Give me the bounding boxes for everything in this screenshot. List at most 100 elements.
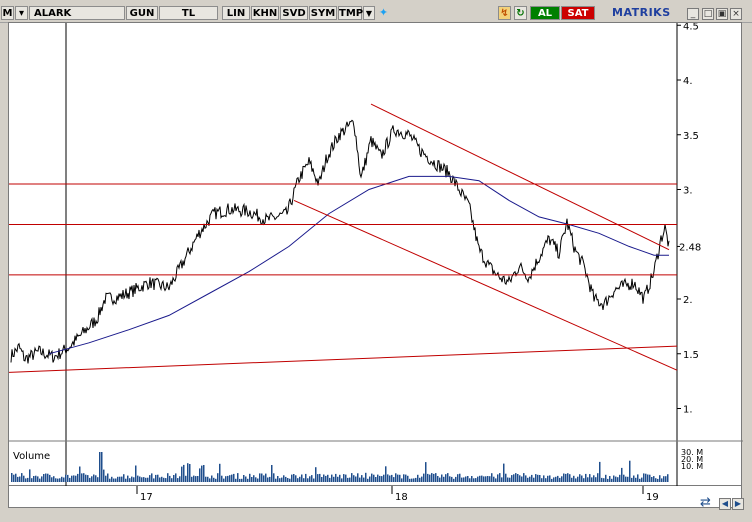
volume-bar	[613, 475, 615, 482]
scroll-left-button[interactable]: ◀	[719, 498, 731, 510]
volume-bar	[381, 476, 383, 482]
volume-bar	[193, 475, 195, 482]
volume-bar	[249, 473, 251, 482]
y-tick-label: 3.5	[683, 131, 699, 142]
volume-bar	[617, 477, 619, 482]
volume-bar	[273, 473, 275, 482]
restore-button[interactable]: ▣	[716, 8, 728, 20]
volume-bar	[451, 476, 453, 482]
volume-bar	[553, 477, 555, 482]
volume-bar	[653, 476, 655, 482]
twitter-icon[interactable]: ✦	[377, 6, 390, 20]
template-button[interactable]: TMP	[338, 6, 363, 20]
volume-bar	[399, 474, 401, 482]
volume-bar	[479, 475, 481, 482]
volume-bar	[459, 473, 461, 482]
linear-scale-button[interactable]: LIN	[222, 6, 250, 20]
volume-bar	[405, 474, 407, 482]
close-button[interactable]: ×	[730, 8, 742, 20]
volume-bar	[389, 475, 391, 482]
price-chart[interactable]: 4.54.3.53.2.1.51.2.48Volume 30. M20. M10.…	[8, 21, 743, 487]
volume-bar	[101, 452, 103, 482]
volume-bar	[485, 476, 487, 482]
minimize-button[interactable]: _	[687, 8, 699, 20]
lightning-icon[interactable]: ↯	[498, 6, 511, 20]
buy-button[interactable]: AL	[530, 6, 560, 20]
volume-bar	[527, 477, 529, 482]
volume-bar	[455, 476, 457, 482]
volume-bar	[171, 478, 173, 482]
volume-bar	[537, 474, 539, 482]
volume-bar	[649, 474, 651, 482]
symbol-dropdown-button[interactable]: ▾	[15, 6, 28, 20]
refresh-icon[interactable]: ↻	[514, 6, 527, 20]
volume-bar	[659, 475, 661, 482]
volume-bar	[393, 477, 395, 482]
volume-bar	[63, 477, 65, 482]
volume-bar	[81, 473, 83, 482]
volume-bar	[663, 476, 665, 482]
volume-bar	[515, 473, 517, 482]
volume-bar	[361, 475, 363, 482]
menu-m-button[interactable]: M	[1, 6, 14, 20]
volume-bar	[657, 478, 659, 482]
y-tick-label: 1.	[683, 405, 693, 416]
volume-bar	[665, 476, 667, 482]
volume-bar	[421, 476, 423, 482]
volume-bar	[161, 476, 163, 482]
volume-bar	[259, 473, 261, 482]
volume-bar	[423, 473, 425, 482]
volume-bar	[287, 478, 289, 482]
khn-button[interactable]: KHN	[251, 6, 279, 20]
volume-bar	[371, 473, 373, 482]
volume-bar	[191, 476, 193, 482]
volume-bar	[225, 476, 227, 482]
sync-icon[interactable]: ⇄	[700, 496, 714, 510]
volume-bar	[149, 475, 151, 482]
volume-bar	[343, 474, 345, 482]
volume-tick-label: 10. M	[681, 462, 703, 471]
volume-bar	[365, 472, 367, 482]
volume-bar	[529, 476, 531, 482]
volume-bar	[21, 473, 23, 482]
volume-bar	[313, 478, 315, 482]
period-button[interactable]: GUN	[126, 6, 158, 20]
volume-bar	[311, 475, 313, 482]
template-dropdown-button[interactable]: ▼	[363, 6, 375, 20]
volume-bar	[481, 475, 483, 482]
volume-bar	[413, 478, 415, 482]
chart-panel[interactable]: 4.5 4. 3.5 3. 2. 1.5 1. 2.48 Volume 30. M 20. M 10.…	[8, 21, 743, 487]
scroll-right-button[interactable]: ▶	[732, 498, 744, 510]
volume-bar	[607, 478, 609, 482]
volume-bar	[539, 475, 541, 482]
volume-bar	[611, 478, 613, 482]
volume-bar	[513, 474, 515, 482]
volume-bar	[367, 478, 369, 482]
maximize-button[interactable]: □	[702, 8, 714, 20]
volume-bar	[113, 478, 115, 482]
volume-bar	[385, 466, 387, 482]
volume-bar	[605, 474, 607, 482]
volume-bar	[567, 473, 569, 482]
volume-bar	[439, 477, 441, 482]
volume-bar	[471, 476, 473, 482]
volume-bar	[49, 474, 51, 482]
volume-bar	[475, 478, 477, 482]
svd-button[interactable]: SVD	[280, 6, 308, 20]
volume-bar	[289, 478, 291, 482]
symbol-field[interactable]: ALARK	[29, 6, 125, 20]
volume-bar	[89, 477, 91, 482]
volume-bar	[375, 477, 377, 482]
currency-button[interactable]: TL	[159, 6, 218, 20]
volume-bar	[635, 477, 637, 482]
volume-bar	[507, 477, 509, 482]
sell-button[interactable]: SAT	[561, 6, 595, 20]
volume-bar	[303, 478, 305, 482]
support-trendline	[8, 345, 678, 373]
volume-bar	[583, 478, 585, 482]
volume-bar	[461, 477, 463, 482]
volume-bar	[577, 476, 579, 482]
sym-button[interactable]: SYM	[309, 6, 337, 20]
volume-bar	[123, 474, 125, 482]
volume-bar	[31, 478, 33, 482]
